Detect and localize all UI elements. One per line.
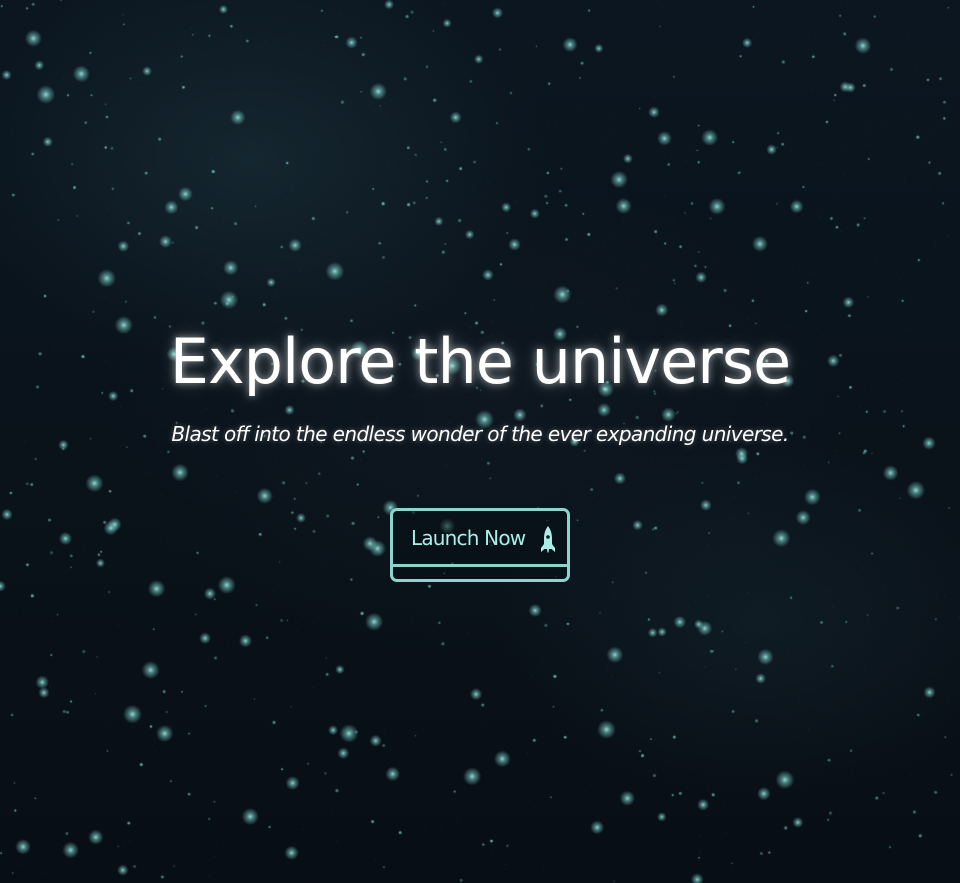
- launch-button-label: Launch Now: [411, 526, 526, 550]
- launch-now-button[interactable]: Launch Now: [390, 508, 570, 582]
- hero-subtitle: Blast off into the endless wonder of the…: [171, 422, 789, 446]
- rocket-icon: [541, 526, 555, 553]
- hero-section: Explore the universe Blast off into the …: [0, 0, 960, 883]
- hero-title: Explore the universe: [169, 325, 791, 398]
